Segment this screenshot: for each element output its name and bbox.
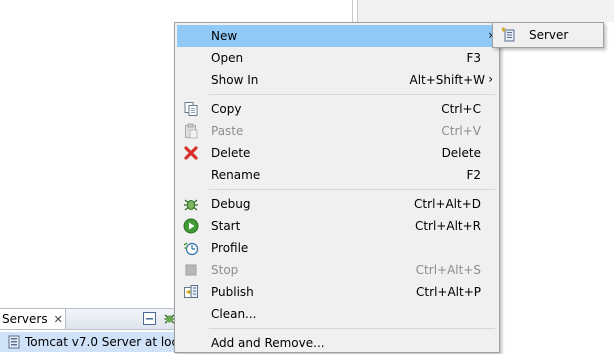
menu-item-label: Stop [211, 263, 239, 277]
menu-item-shortcut: Alt+Shift+W [409, 73, 486, 87]
menu-item-label: Show In [211, 73, 259, 87]
menu-item-new[interactable]: New › [177, 25, 497, 47]
server-row-tomcat[interactable]: Tomcat v7.0 Server at localh [0, 332, 180, 352]
menu-item-profile[interactable]: Profile [177, 237, 497, 259]
menu-item-label: Debug [211, 197, 251, 211]
menu-item-add-and-remove[interactable]: Add and Remove... [177, 332, 497, 354]
start-icon [183, 218, 199, 234]
menu-item-label: Open [211, 51, 244, 65]
menu-item-clean[interactable]: Clean... [177, 303, 497, 325]
menu-item-rename[interactable]: Rename F2 [177, 164, 497, 186]
menu-item-label: New [211, 29, 238, 43]
menu-item-label: Paste [211, 124, 244, 138]
menu-item-shortcut: Ctrl+Alt+R [414, 219, 481, 233]
menu-item-debug[interactable]: Debug Ctrl+Alt+D [177, 193, 497, 215]
menu-item-shortcut: Ctrl+V [441, 124, 481, 138]
servers-tab-bar: Servers ✕ [0, 308, 190, 330]
menu-separator [209, 94, 495, 95]
menu-item-copy[interactable]: Copy Ctrl+C [177, 98, 497, 120]
editor-right-strip [358, 0, 614, 22]
context-menu: New › Open F3 Show In Alt+Shift+W › Copy… [174, 22, 500, 353]
debug-icon [184, 199, 198, 211]
menu-item-label: Publish [211, 285, 254, 299]
menu-separator [209, 189, 495, 190]
menu-item-shortcut: Ctrl+Alt+P [416, 285, 481, 299]
editor-divider [352, 0, 353, 22]
new-server-icon [501, 27, 515, 42]
delete-icon [184, 146, 198, 160]
menu-item-label: Clean... [211, 307, 257, 321]
menu-item-paste[interactable]: Paste Ctrl+V [177, 120, 497, 142]
profile-icon [183, 242, 199, 256]
menu-item-start[interactable]: Start Ctrl+Alt+R [177, 215, 497, 237]
menu-item-label: Start [211, 219, 241, 233]
menu-item-shortcut: F2 [466, 168, 481, 182]
servers-view: Servers ✕ Tomcat v7.0 Server at localh [0, 308, 190, 353]
menu-item-label: Delete [211, 146, 251, 160]
menu-item-open[interactable]: Open F3 [177, 47, 497, 69]
menu-item-shortcut: F3 [466, 51, 481, 65]
new-submenu: Server [492, 22, 604, 48]
menu-item-label: Profile [211, 241, 249, 255]
copy-icon [184, 102, 198, 116]
server-label: Tomcat v7.0 Server at localh [25, 335, 180, 349]
menu-item-delete[interactable]: Delete Delete [177, 142, 497, 164]
menu-item-shortcut: Ctrl+C [441, 102, 481, 116]
submenu-item-server[interactable]: Server [529, 28, 568, 42]
server-icon [8, 335, 20, 349]
menu-item-shortcut: Ctrl+Alt+S [415, 263, 481, 277]
menu-item-show-in[interactable]: Show In Alt+Shift+W › [177, 69, 497, 91]
publish-icon [184, 285, 198, 298]
menu-item-shortcut: Delete [441, 146, 481, 160]
servers-tab-label: Servers [2, 312, 48, 326]
menu-item-stop[interactable]: Stop Ctrl+Alt+S [177, 259, 497, 281]
chevron-right-icon: › [488, 72, 493, 86]
menu-item-publish[interactable]: Publish Ctrl+Alt+P [177, 281, 497, 303]
stop-icon [185, 264, 197, 276]
servers-list: Tomcat v7.0 Server at localh [0, 330, 190, 353]
menu-item-label: Copy [211, 102, 242, 116]
close-icon[interactable]: ✕ [54, 313, 63, 326]
menu-item-label: Rename [211, 168, 261, 182]
servers-tab[interactable]: Servers ✕ [0, 309, 66, 329]
menu-item-label: Add and Remove... [211, 336, 325, 350]
menu-item-shortcut: Ctrl+Alt+D [414, 197, 481, 211]
paste-icon [185, 123, 198, 139]
menu-separator [209, 328, 495, 329]
minimize-icon[interactable] [143, 312, 156, 325]
